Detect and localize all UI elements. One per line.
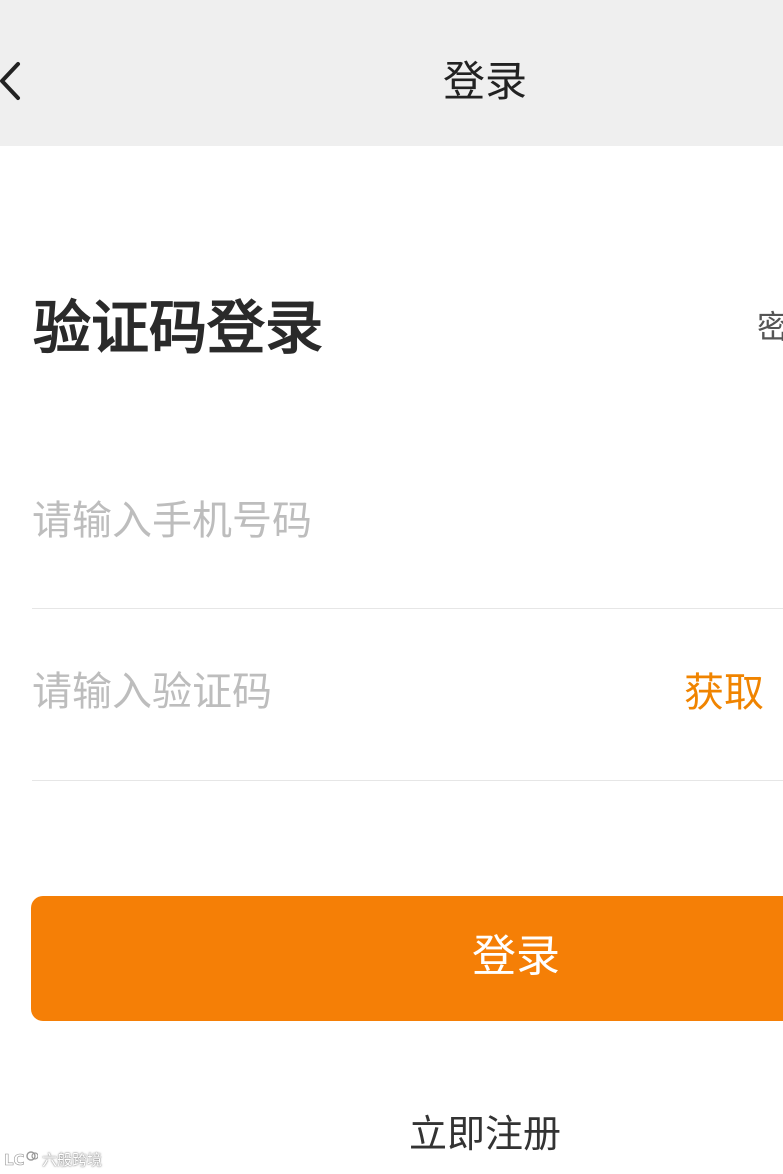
switch-to-password-login-link[interactable]: 密: [757, 305, 783, 349]
login-button[interactable]: 登录: [31, 896, 783, 1021]
nav-bar: 登录: [0, 0, 783, 146]
verification-code-field: [32, 609, 783, 781]
login-method-heading: 验证码登录: [33, 294, 324, 362]
watermark-text: 六般跨境: [42, 1150, 103, 1169]
back-button[interactable]: [0, 50, 40, 110]
register-link[interactable]: 立即注册: [340, 1106, 630, 1162]
page-content: 登录 验证码登录 密 获取 登录 立即注册 LC 六般跨境: [0, 0, 783, 1174]
get-code-button[interactable]: 获取: [684, 658, 764, 728]
watermark: LC 六般跨境: [4, 1146, 102, 1172]
page-title: 登录: [442, 57, 527, 106]
watermark-logo-icon: LC: [4, 1151, 38, 1169]
verification-code-input[interactable]: [32, 657, 672, 727]
phone-input[interactable]: [32, 486, 672, 556]
chevron-left-icon: [0, 62, 20, 100]
login-button-label: 登录: [472, 931, 560, 982]
svg-text:LC: LC: [4, 1151, 25, 1169]
phone-field: [32, 470, 783, 609]
login-page: 登录 验证码登录 密 获取 登录 立即注册 LC 六般跨境: [0, 0, 783, 1174]
